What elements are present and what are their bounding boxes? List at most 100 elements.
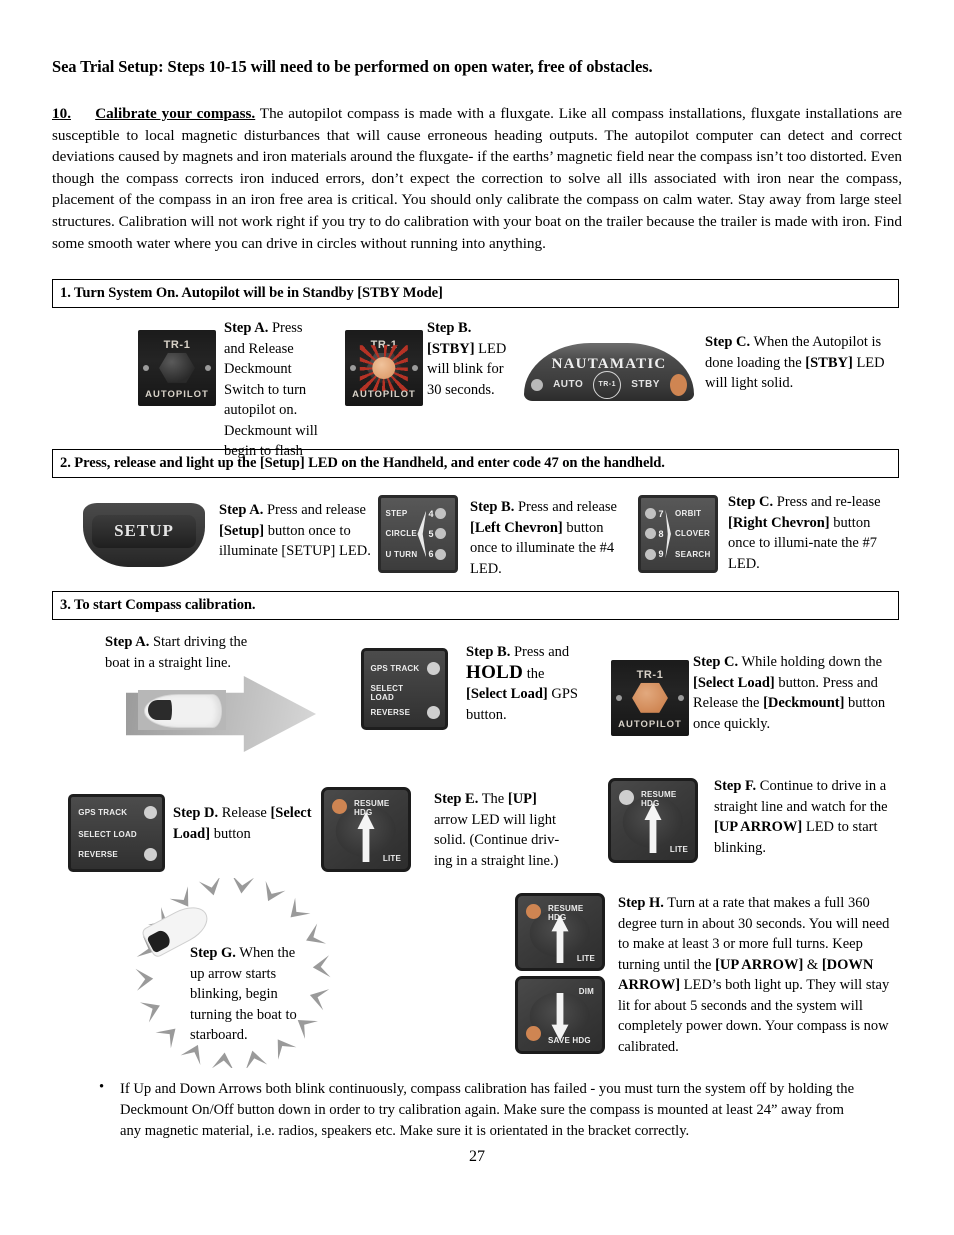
gps-row-track-b: GPS TRACK xyxy=(370,661,441,675)
section1-stepB-label: Step B. xyxy=(427,320,472,336)
keypad-number-7: 7 xyxy=(658,508,664,519)
gps-label-select-d: SELECT LOAD xyxy=(78,829,137,839)
keypad-right-labels: ORBIT CLOVER SEARCH xyxy=(675,504,711,565)
stby-label: STBY xyxy=(631,379,660,391)
section1-stepB-caption: Step B. [STBY] LED will blink for 30 sec… xyxy=(427,318,515,400)
device-gps-panel-d: GPS TRACK SELECT LOAD REVERSE xyxy=(68,794,165,872)
section3-stepE-pre: The xyxy=(478,791,508,807)
keypad-led-5 xyxy=(435,528,447,540)
document-page: Sea Trial Setup: Steps 10-15 will need t… xyxy=(0,0,954,1235)
keypad-led-7 xyxy=(645,508,657,520)
resume-hdg-label-e: RESUME HDG xyxy=(354,799,390,817)
section1-stepA-text: Press and Release Deckmount Switch to tu… xyxy=(224,320,318,459)
nautamatic-led-row: AUTO TR-1 STBY xyxy=(524,370,694,399)
section2-stepA-bold: [Setup] xyxy=(219,522,265,539)
keypad-led-9 xyxy=(645,548,657,560)
section3-stepH-bold1: [UP ARROW] xyxy=(715,956,804,973)
tr1-top-label-c: TR-1 xyxy=(636,669,664,682)
section2-stepB-label: Step B. xyxy=(470,499,515,515)
intro-body: The autopilot compass is made with a flu… xyxy=(52,105,903,252)
setup-button-plate: SETUP xyxy=(91,514,197,548)
device-tr1-deckmount-b: TR-1 AUTOPILOT xyxy=(345,330,423,406)
section3-stepC-label: Step C. xyxy=(693,654,739,670)
tr1-bottom-label-b: AUTOPILOT xyxy=(352,388,416,400)
section3-stepF-label: Step F. xyxy=(714,778,757,794)
device-tr1-deckmount-c: TR-1 AUTOPILOT xyxy=(611,660,689,736)
gps-row-reverse-d: REVERSE xyxy=(78,848,157,862)
keypad-left-numbers: 4 5 6 xyxy=(426,504,435,565)
section3-stepG-caption: Step G. When the up arrow starts blinkin… xyxy=(190,943,298,1046)
tr1-led-left xyxy=(143,365,149,371)
section-3-heading: 3. To start Compass calibration. xyxy=(52,591,899,620)
section2-stepA-caption: Step A. Press and release [Setup] button… xyxy=(219,500,377,562)
section3-stepB-caption: Step B. Press and HOLD the [Select Load]… xyxy=(466,642,596,725)
section1-stepC-bold: [STBY] xyxy=(805,354,853,371)
section1-stepC-label: Step C. xyxy=(705,334,751,350)
tr1-bottom-label-c: AUTOPILOT xyxy=(618,718,682,730)
keypad-right-inner: 7 8 9 ORBIT CLOVER SEARCH xyxy=(645,504,710,565)
section2-stepB-bold: [Left Chevron] xyxy=(470,519,563,536)
section2-stepB-pre: Press and release xyxy=(514,499,617,515)
section2-stepB-caption: Step B. Press and release [Left Chevron]… xyxy=(470,497,630,579)
section3-stepB-pre: Press and xyxy=(510,644,570,660)
stby-led xyxy=(669,373,687,396)
section3-stepC-caption: Step C. While holding down the [Select L… xyxy=(693,652,893,734)
section3-stepF-caption: Step F. Continue to drive in a straight … xyxy=(714,776,894,858)
keypad-led-6 xyxy=(435,548,447,560)
intro-number: 10. xyxy=(52,105,71,122)
section3-stepH-mid: & xyxy=(803,956,822,973)
tr1-led-left-b xyxy=(350,365,356,371)
section3-stepA-label: Step A. xyxy=(105,634,150,650)
section2-stepC-label: Step C. xyxy=(728,494,774,510)
section3-stepE-post: arrow LED will light solid. (Continue dr… xyxy=(434,811,560,869)
section3-stepE-caption: Step E. The [UP] arrow LED will light so… xyxy=(434,789,568,871)
keypad-label-uturn: U TURN xyxy=(385,549,418,559)
keypad-label-orbit: ORBIT xyxy=(674,509,702,519)
gps-row-select-b: SELECT LOAD xyxy=(370,684,440,702)
lite-label-e: LITE xyxy=(382,854,401,863)
keypad-number-5: 5 xyxy=(428,528,434,539)
up-arrow-led-h xyxy=(526,904,541,919)
keypad-label-circle: CIRCLE xyxy=(385,529,418,539)
section3-stepH-caption: Step H. Turn at a rate that makes a full… xyxy=(618,893,896,1057)
footer-bullet-text: If Up and Down Arrows both blink continu… xyxy=(120,1081,855,1139)
resume-hdg-label-h: RESUME HDG xyxy=(548,904,584,922)
intro-paragraph: 10. Calibrate your compass. The autopilo… xyxy=(52,103,902,254)
section1-stepC-caption: Step C. When the Autopilot is done loadi… xyxy=(705,332,905,394)
keypad-number-6: 6 xyxy=(428,549,434,560)
keypad-label-clover: CLOVER xyxy=(674,529,711,539)
auto-led xyxy=(531,378,544,391)
section3-stepC-pre: While holding down the xyxy=(738,654,883,670)
auto-label: AUTO xyxy=(553,379,584,391)
keypad-led-4 xyxy=(435,508,447,520)
section3-stepH-label: Step H. xyxy=(618,895,664,911)
section-2-heading: 2. Press, release and light up the [Setu… xyxy=(52,449,899,478)
lite-label-h: LITE xyxy=(576,954,595,963)
gps-label-track-d: GPS TRACK xyxy=(78,808,128,818)
gps-led-reverse-b xyxy=(427,705,441,719)
section2-stepA-pre: Press and release xyxy=(263,502,366,518)
tr1-logo-icon: TR-1 xyxy=(593,370,622,399)
keypad-number-9: 9 xyxy=(658,549,664,560)
keypad-right-leds xyxy=(645,504,657,565)
gps-label-select-b: SELECT LOAD xyxy=(370,684,404,703)
keypad-left-labels: STEP CIRCLE U TURN xyxy=(385,504,417,565)
section3-stepD-label: Step D. xyxy=(173,805,219,821)
section-1-heading: 1. Turn System On. Autopilot will be in … xyxy=(52,279,899,308)
device-handheld-setup: LSD SETUP xyxy=(83,503,205,567)
section3-stepC-bold2: [Deckmount] xyxy=(763,695,845,711)
section3-stepB-label: Step B. xyxy=(466,644,511,660)
lite-label-f: LITE xyxy=(669,845,688,854)
keypad-left-inner: STEP CIRCLE U TURN 4 5 6 xyxy=(385,504,450,565)
section3-stepG-label: Step G. xyxy=(190,945,236,961)
resume-hdg-label-f: RESUME HDG xyxy=(641,790,677,808)
dim-label-h: DIM xyxy=(578,987,594,996)
device-keypad-right-chevron: 7 8 9 ORBIT CLOVER SEARCH xyxy=(638,495,718,573)
right-chevron-icon xyxy=(665,509,671,559)
gps-row-reverse-b: REVERSE xyxy=(370,705,441,719)
gps-row-track-d: GPS TRACK xyxy=(78,806,157,820)
section3-stepD-caption: Step D. Release [Select Load] button xyxy=(173,803,313,844)
section2-stepC-pre: Press and re-lease xyxy=(773,494,881,510)
device-tr1-deckmount-a: TR-1 AUTOPILOT xyxy=(138,330,216,406)
save-hdg-label-h: SAVE HDG xyxy=(548,1036,591,1045)
